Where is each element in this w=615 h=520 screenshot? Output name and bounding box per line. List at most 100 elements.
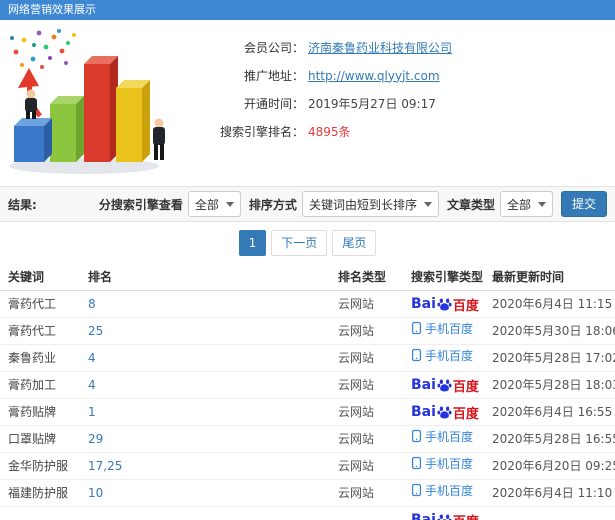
update-time-cell: 2020年6月4日 11:15 bbox=[492, 297, 613, 311]
chart-illustration-wrap bbox=[4, 26, 176, 180]
filter-controls: 分搜索引擎查看 全部 排序方式 关键词由短到长排序 文章类型 全部 提交 bbox=[91, 191, 607, 217]
member-info-section: 会员公司： 济南秦鲁药业科技有限公司 推广地址： http://www.qlyy… bbox=[0, 20, 615, 186]
open-time-label: 开通时间： bbox=[243, 97, 304, 111]
engine-cell: 手机百度 bbox=[411, 453, 492, 479]
baidu-logo-icon: Bai 百度 bbox=[411, 296, 479, 314]
results-table: 关键词 排名 排名类型 搜索引擎类型 最新更新时间 膏药代工 8 云网站 Bai… bbox=[0, 264, 615, 520]
table-row-partial: Bai 百度 bbox=[0, 507, 615, 520]
table-row: 膏药贴牌 1 云网站 Bai 百度 2020年6月4日 16:55 bbox=[0, 399, 615, 426]
phone-icon bbox=[411, 456, 422, 470]
baidu-logo-icon: Bai 百度 bbox=[411, 377, 479, 395]
field-company: 会员公司： 济南秦鲁药业科技有限公司 bbox=[186, 38, 452, 57]
businessman-left bbox=[25, 89, 37, 119]
last-page-button[interactable]: 尾页 bbox=[332, 230, 377, 256]
chevron-down-icon bbox=[225, 201, 234, 207]
table-row: 膏药代工 25 云网站 手机百度 2020年5月30日 18:06 bbox=[0, 318, 615, 345]
rank-type-cell: 云网站 bbox=[338, 297, 375, 311]
baidu-paw-icon bbox=[437, 513, 452, 520]
field-rank-count: 搜索引擎排名： 4895条 bbox=[186, 122, 452, 141]
mobile-baidu-icon: 手机百度 bbox=[411, 347, 473, 364]
green-bar bbox=[50, 96, 84, 162]
engine-select-value: 全部 bbox=[194, 197, 219, 212]
mobile-baidu-icon: 手机百度 bbox=[411, 455, 473, 472]
rank-link[interactable]: 10 bbox=[88, 480, 338, 506]
col-header-keyword: 关键词 bbox=[8, 270, 45, 284]
article-type-label: 文章类型 bbox=[446, 197, 495, 212]
keyword-cell: 膏药代工 bbox=[8, 297, 57, 311]
bar-chart-illustration bbox=[9, 29, 165, 174]
phone-icon bbox=[411, 348, 422, 362]
table-row: 金华防护服 17,25 云网站 手机百度 2020年6月20日 09:25 bbox=[0, 453, 615, 480]
blue-cube bbox=[14, 118, 52, 162]
rank-link[interactable]: 29 bbox=[88, 426, 338, 452]
rank-link[interactable]: 8 bbox=[88, 291, 338, 317]
engine-cell: Bai 百度 bbox=[411, 291, 492, 317]
chevron-down-icon bbox=[537, 201, 546, 207]
engine-filter-label: 分搜索引擎查看 bbox=[98, 197, 183, 212]
engine-cell: 手机百度 bbox=[411, 426, 492, 452]
window-title-bar: 网络营销效果展示 bbox=[0, 0, 615, 20]
rank-link[interactable]: 25 bbox=[88, 318, 338, 344]
baidu-paw-icon bbox=[437, 378, 452, 393]
baidu-logo-icon: Bai 百度 bbox=[411, 404, 479, 422]
keyword-cell: 金华防护服 bbox=[8, 459, 69, 473]
sort-select[interactable]: 关键词由短到长排序 bbox=[301, 191, 439, 217]
update-time-cell: 2020年5月30日 18:06 bbox=[492, 324, 615, 338]
submit-button[interactable]: 提交 bbox=[560, 191, 607, 217]
rank-link[interactable]: 4 bbox=[88, 345, 338, 371]
page-1-button[interactable]: 1 bbox=[238, 230, 267, 256]
mobile-baidu-icon: 手机百度 bbox=[411, 482, 473, 499]
table-row: 福建防护服 10 云网站 手机百度 2020年6月4日 11:10 bbox=[0, 480, 615, 507]
rank-type-cell: 云网站 bbox=[338, 405, 375, 419]
keyword-cell: 口罩贴牌 bbox=[8, 432, 57, 446]
url-label: 推广地址： bbox=[243, 69, 304, 83]
col-header-engine-type: 搜索引擎类型 bbox=[411, 270, 484, 284]
table-row: 口罩贴牌 29 云网站 手机百度 2020年5月28日 16:55 bbox=[0, 426, 615, 453]
col-header-rank-type: 排名类型 bbox=[338, 270, 387, 284]
col-header-rank: 排名 bbox=[88, 270, 113, 284]
next-page-button[interactable]: 下一页 bbox=[271, 230, 328, 256]
company-link[interactable]: 济南秦鲁药业科技有限公司 bbox=[308, 39, 452, 56]
baidu-logo-icon: Bai 百度 bbox=[411, 511, 479, 520]
engine-cell: 手机百度 bbox=[411, 480, 492, 506]
rank-link[interactable]: 1 bbox=[88, 399, 338, 425]
rank-type-cell: 云网站 bbox=[338, 459, 375, 473]
rank-count-value: 4895条 bbox=[308, 125, 351, 139]
chevron-down-icon bbox=[423, 201, 432, 207]
pagination: 1 下一页 尾页 bbox=[0, 230, 615, 256]
update-time-cell: 2020年6月4日 16:55 bbox=[492, 405, 613, 419]
update-time-cell: 2020年5月28日 17:02 bbox=[492, 351, 615, 365]
filter-bar: 结果: 分搜索引擎查看 全部 排序方式 关键词由短到长排序 文章类型 全部 提交 bbox=[0, 186, 615, 222]
mobile-baidu-icon: 手机百度 bbox=[411, 320, 473, 337]
table-row: 膏药代工 8 云网站 Bai 百度 2020年6月4日 11:15 bbox=[0, 291, 615, 318]
mobile-baidu-icon: 手机百度 bbox=[411, 428, 473, 445]
phone-icon bbox=[411, 321, 422, 335]
baidu-paw-icon bbox=[437, 405, 452, 420]
update-time-cell: 2020年6月20日 09:25 bbox=[492, 459, 615, 473]
update-time-cell: 2020年5月28日 16:55 bbox=[492, 432, 615, 446]
engine-cell: Bai 百度 bbox=[411, 372, 492, 398]
confetti-dots bbox=[10, 29, 76, 69]
table-header-row: 关键词 排名 排名类型 搜索引擎类型 最新更新时间 bbox=[0, 264, 615, 291]
keyword-cell: 膏药贴牌 bbox=[8, 405, 57, 419]
engine-cell: Bai 百度 bbox=[411, 507, 492, 520]
rank-link[interactable]: 17,25 bbox=[88, 453, 338, 479]
rank-type-cell: 云网站 bbox=[338, 351, 375, 365]
update-time-cell: 2020年5月28日 18:03 bbox=[492, 378, 615, 392]
businessman-right bbox=[153, 118, 165, 160]
rank-link[interactable]: 4 bbox=[88, 372, 338, 398]
article-type-select[interactable]: 全部 bbox=[499, 191, 553, 217]
marketing-report-page: 网络营销效果展示 会员公司： 济南秦鲁药业科技有限公司 推广地址： http:/… bbox=[0, 0, 615, 520]
baidu-paw-icon bbox=[437, 297, 452, 312]
open-time-value: 2019年5月27日 09:17 bbox=[308, 97, 436, 111]
update-time-cell: 2020年6月4日 11:10 bbox=[492, 486, 613, 500]
engine-select[interactable]: 全部 bbox=[187, 191, 241, 217]
engine-cell: 手机百度 bbox=[411, 318, 492, 344]
keyword-cell: 膏药代工 bbox=[8, 324, 57, 338]
rank-type-cell: 云网站 bbox=[338, 432, 375, 446]
promo-url-link[interactable]: http://www.qlyyjt.com bbox=[308, 69, 440, 83]
company-label: 会员公司： bbox=[243, 41, 304, 55]
sort-select-value: 关键词由短到长排序 bbox=[308, 197, 417, 212]
member-fields: 会员公司： 济南秦鲁药业科技有限公司 推广地址： http://www.qlyy… bbox=[186, 26, 452, 180]
page-title: 网络营销效果展示 bbox=[8, 3, 96, 16]
